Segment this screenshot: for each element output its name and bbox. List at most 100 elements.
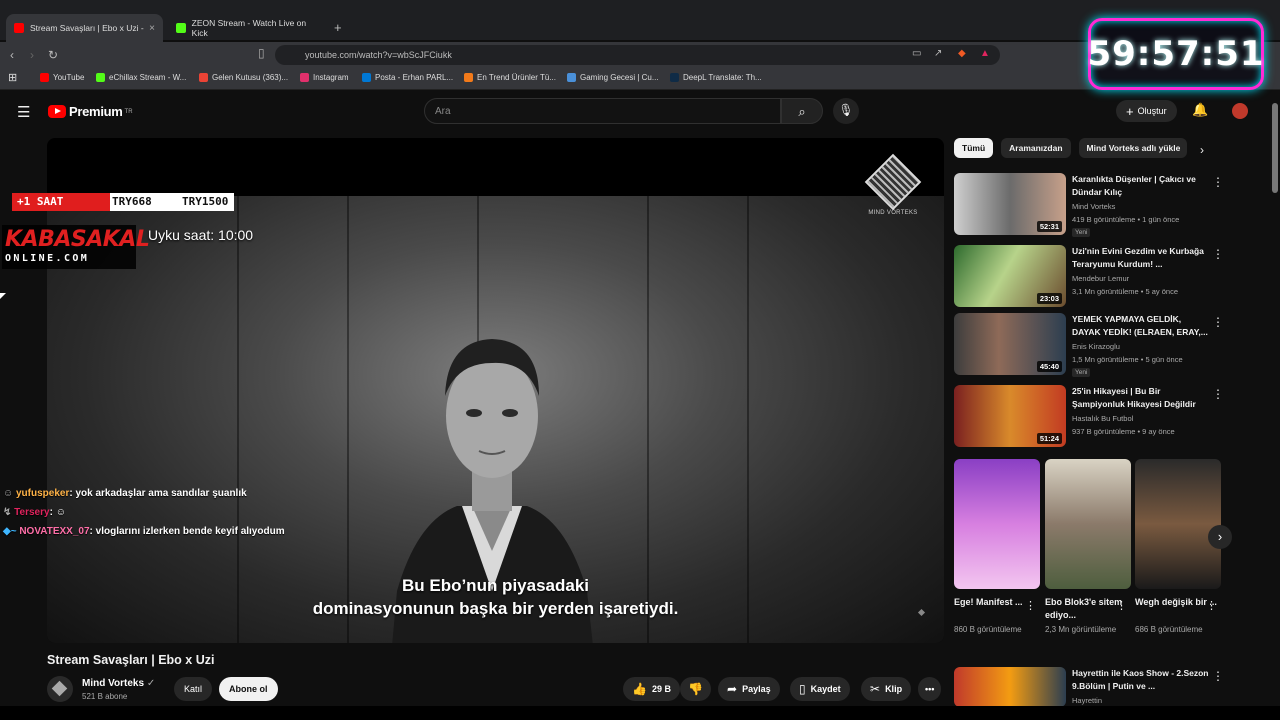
more-vertical-icon[interactable]: ⋮	[1212, 387, 1224, 401]
search-button[interactable]: ⌕	[781, 98, 823, 124]
more-vertical-icon[interactable]: ⋮	[1212, 247, 1224, 261]
url-field[interactable]: youtube.com/watch?v=wbScJFCiukk	[275, 45, 1000, 65]
tab-kick[interactable]: ZEON Stream - Watch Live on Kick	[168, 14, 328, 42]
mouse-cursor-icon	[0, 293, 6, 299]
save-button[interactable]: ▯ Kaydet	[790, 677, 850, 701]
youtube-logo[interactable]: Premium TR	[48, 104, 133, 119]
recommendation-item[interactable]: 45:40 YEMEK YAPMAYA GELDİK, DAYAK YEDİK!…	[954, 313, 1224, 377]
voice-search-button[interactable]: 🎙	[833, 98, 859, 124]
more-horizontal-icon: •••	[925, 684, 935, 694]
bookmark-item[interactable]: Gaming Gecesi | Cu...	[567, 73, 659, 82]
rewards-icon[interactable]: ▲	[980, 48, 990, 59]
cast-icon[interactable]: ▭	[912, 48, 921, 59]
video-subtitles: Bu Ebo’nun piyasadaki dominasyonunun baş…	[47, 574, 944, 620]
mind-vorteks-logo-icon	[864, 153, 922, 211]
new-badge: Yeni	[1072, 368, 1091, 377]
short-views: 860 B görüntüleme	[954, 625, 1022, 634]
chip-channel-uploads[interactable]: Mind Vorteks adlı yükle	[1078, 138, 1187, 158]
reload-icon[interactable]: ↻	[48, 48, 58, 62]
bookmark-icon[interactable]: ▯	[258, 46, 265, 60]
forward-icon[interactable]: ›	[30, 48, 34, 62]
tab-title: Stream Savaşları | Ebo x Uzi -	[30, 23, 144, 33]
logo-region: TR	[124, 108, 133, 115]
chat-badge-icon: ☺	[3, 488, 16, 499]
short-thumbnail	[1045, 459, 1131, 589]
channel-name[interactable]: Mind Vorteks ✓	[82, 678, 155, 689]
chevron-right-icon[interactable]: ›	[1200, 143, 1204, 157]
rec-title: Karanlıkta Düşenler | Çakıcı ve Dündar K…	[1072, 174, 1196, 197]
page-scrollbar[interactable]	[1270, 91, 1280, 720]
bookmark-item[interactable]: En Trend Ürünler Tü...	[464, 73, 556, 82]
chip-from-search[interactable]: Aramanızdan	[1001, 138, 1071, 158]
short-item[interactable]: Ebo Blok3'e sitem ediyo... 2,3 Mn görünt…	[1045, 459, 1131, 636]
goal-current: TRY668	[112, 195, 152, 208]
recommendation-item[interactable]: 23:03 Uzi'nin Evini Gezdim ve Kurbağa Te…	[954, 245, 1224, 307]
more-vertical-icon[interactable]: ⋮	[1212, 175, 1224, 189]
more-actions-button[interactable]: •••	[918, 677, 942, 701]
bookmark-item[interactable]: DeepL Translate: Th...	[670, 73, 762, 82]
short-thumbnail	[1135, 459, 1221, 589]
duration-badge: 52:31	[1036, 221, 1062, 232]
like-count: 29 B	[651, 684, 671, 694]
account-avatar[interactable]	[1232, 103, 1248, 119]
create-button[interactable]: + Oluştur	[1116, 100, 1177, 122]
apps-grid-icon[interactable]: ⊞	[8, 71, 17, 84]
more-vertical-icon[interactable]: ⋮	[1206, 599, 1217, 612]
back-icon[interactable]: ‹	[10, 48, 14, 62]
new-tab-icon[interactable]: +	[334, 20, 342, 35]
subscribe-button[interactable]: Abone ol	[219, 677, 278, 701]
clip-button[interactable]: ✂ Klip	[861, 677, 912, 701]
rec-title: YEMEK YAPMAYA GELDİK, DAYAK YEDİK! (ELRA…	[1072, 314, 1208, 337]
stream-countdown-timer: 59:57:51	[1087, 18, 1264, 90]
scrollbar-thumb[interactable]	[1272, 103, 1278, 193]
channel-watermark[interactable]: MIND VORTEKS	[863, 153, 923, 216]
more-vertical-icon[interactable]: ⋮	[1116, 599, 1127, 612]
video-player[interactable]: MIND VORTEKS Bu Ebo’nun piyasadaki domin…	[47, 138, 944, 643]
dislike-button[interactable]: 👎	[680, 677, 711, 701]
channel-avatar[interactable]	[47, 676, 73, 702]
more-vertical-icon[interactable]: ⋮	[1025, 599, 1036, 612]
recommendation-item[interactable]: Hayrettin ile Kaos Show - 2.Sezon 9.Bölü…	[954, 667, 1224, 707]
shorts-next-button[interactable]: ›	[1208, 525, 1232, 549]
search-input[interactable]: Ara	[424, 98, 781, 124]
share-page-icon[interactable]: ↗	[934, 48, 942, 59]
bookmark-item[interactable]: YouTube	[40, 73, 84, 82]
bookmark-item[interactable]: Instagram	[300, 73, 349, 82]
chat-text: : vloglarını izlerken bende keyif alıyod…	[89, 526, 285, 537]
short-item[interactable]: Ege! Manifest ... 860 B görüntüleme ⋮	[954, 459, 1040, 636]
bookmark-item[interactable]: Posta - Erhan PARL...	[362, 73, 453, 82]
chat-user: Tersery	[14, 507, 50, 518]
more-vertical-icon[interactable]: ⋮	[1212, 669, 1224, 683]
brand-top: KABASAKAL	[5, 227, 150, 252]
streamer-brand-logo: KABASAKAL ONLINE.COM	[2, 225, 150, 269]
recommendation-item[interactable]: 51:24 25'in Hikayesi | Bu Bir Şampiyonlu…	[954, 385, 1224, 447]
share-button[interactable]: ➦ Paylaş	[718, 677, 780, 701]
bookmark-item[interactable]: Gelen Kutusu (363)...	[199, 73, 288, 82]
short-item[interactable]: Wegh değişik bir ... 686 B görüntüleme ⋮	[1135, 459, 1221, 636]
subtitle-line: dominasyonunun başka bir yerden işaretiy…	[312, 599, 679, 618]
rec-channel: Hastalık Bu Futbol	[1072, 414, 1134, 423]
like-button[interactable]: 👍 29 B	[623, 677, 680, 701]
short-thumbnail	[954, 459, 1040, 589]
video-title: Stream Savaşları | Ebo x Uzi	[47, 653, 215, 667]
more-vertical-icon[interactable]: ⋮	[1212, 315, 1224, 329]
recommendation-item[interactable]: 52:31 Karanlıkta Düşenler | Çakıcı ve Dü…	[954, 173, 1224, 237]
watermark-label: MIND VORTEKS	[868, 210, 918, 216]
menu-icon[interactable]: ☰	[17, 103, 30, 121]
video-thumbnail	[954, 667, 1066, 707]
chip-all[interactable]: Tümü	[954, 138, 994, 158]
chat-user: NOVATEXX_07	[19, 526, 90, 537]
join-button[interactable]: Katıl	[174, 677, 213, 701]
rec-title: Hayrettin ile Kaos Show - 2.Sezon 9.Bölü…	[1072, 668, 1209, 691]
chat-badge-icon: ↯	[3, 507, 15, 518]
tab-youtube[interactable]: Stream Savaşları | Ebo x Uzi - ×	[6, 14, 163, 42]
notifications-bell-icon[interactable]: 🔔	[1192, 102, 1208, 118]
url-text: youtube.com/watch?v=wbScJFCiukk	[305, 50, 452, 60]
brave-shield-icon[interactable]: ◆	[958, 48, 966, 59]
duration-badge: 45:40	[1036, 361, 1062, 372]
bookmark-item[interactable]: eChillax Stream - W...	[96, 73, 186, 82]
close-tab-icon[interactable]: ×	[149, 23, 155, 34]
youtube-favicon-icon	[14, 23, 24, 33]
youtube-header: ☰ Premium TR Ara ⌕ 🎙 + Oluştur 🔔	[0, 91, 1270, 131]
microphone-icon: 🎙	[838, 103, 854, 117]
